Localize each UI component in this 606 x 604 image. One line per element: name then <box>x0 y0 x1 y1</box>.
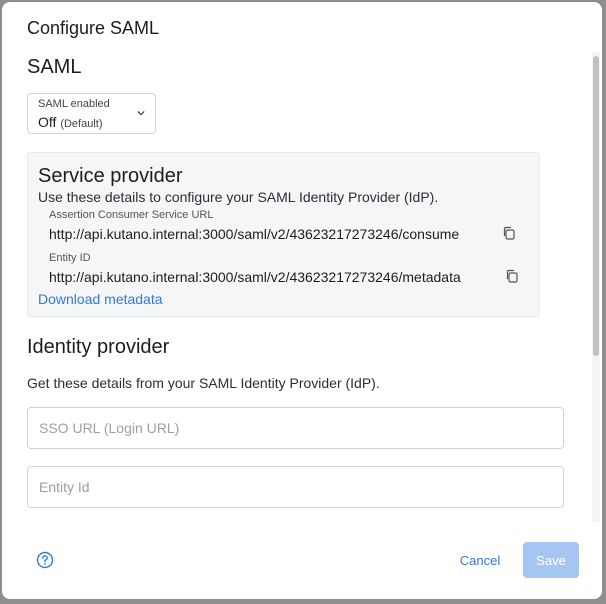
service-provider-description: Use these details to configure your SAML… <box>38 189 439 205</box>
cancel-button[interactable]: Cancel <box>450 544 510 576</box>
copy-icon[interactable] <box>502 226 516 240</box>
download-metadata-link[interactable]: Download metadata <box>38 291 163 307</box>
scrollbar-thumb[interactable] <box>593 56 599 356</box>
save-button[interactable]: Save <box>523 542 579 578</box>
acs-url-label: Assertion Consumer Service URL <box>49 209 214 221</box>
saml-section-title: SAML <box>27 56 82 78</box>
saml-enabled-hint: (Default) <box>60 118 103 130</box>
dialog-title: Configure SAML <box>27 18 160 38</box>
configure-saml-dialog: Configure SAML SAML SAML enabled Off (De… <box>2 2 602 599</box>
chevron-down-icon <box>137 110 145 116</box>
acs-url-value: http://api.kutano.internal:3000/saml/v2/… <box>49 226 460 242</box>
identity-provider-title: Identity provider <box>27 336 170 358</box>
entity-id-value: http://api.kutano.internal:3000/saml/v2/… <box>49 269 461 285</box>
saml-enabled-label: SAML enabled <box>38 98 110 110</box>
service-provider-title: Service provider <box>38 165 183 187</box>
service-provider-panel: Service provider Use these details to co… <box>27 152 540 317</box>
identity-provider-description: Get these details from your SAML Identit… <box>27 375 380 391</box>
saml-enabled-selected: Off <box>38 114 57 130</box>
saml-enabled-value: Off (Default) <box>38 114 103 130</box>
sso-url-input[interactable] <box>27 407 564 449</box>
copy-icon[interactable] <box>505 269 519 283</box>
entity-id-label: Entity ID <box>49 252 91 264</box>
help-circle-icon[interactable] <box>36 551 54 569</box>
entity-id-input[interactable] <box>27 466 564 508</box>
saml-enabled-select[interactable]: SAML enabled Off (Default) <box>27 93 156 134</box>
